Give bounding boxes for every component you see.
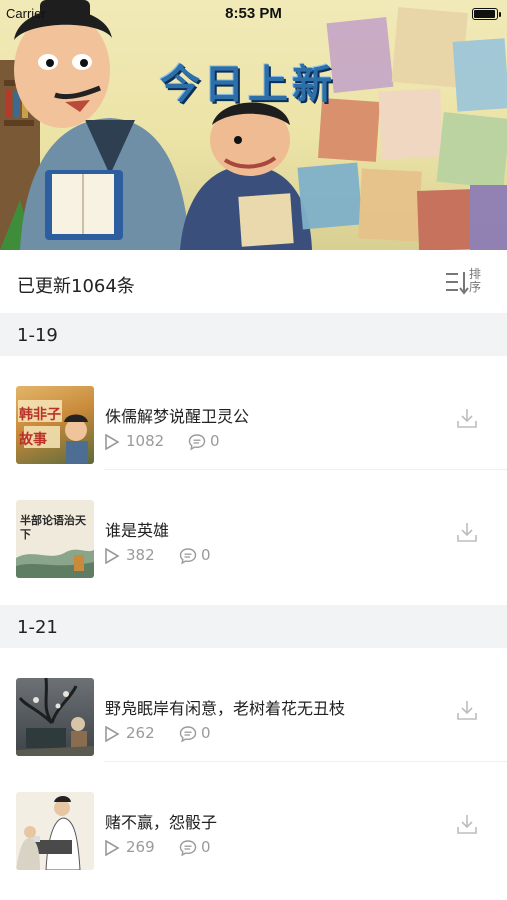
banner-title: 今日上新 [160, 62, 336, 108]
episode-title: 野凫眠岸有闲意，老树着花无丑枝 [105, 699, 346, 718]
comment-icon [179, 548, 197, 565]
episode-thumbnail [16, 792, 94, 870]
download-button[interactable] [455, 520, 479, 544]
play-icon [105, 840, 120, 856]
sort-label: 排序 [469, 267, 482, 294]
comment-count-value: 0 [210, 432, 220, 450]
section-header: 1-19 [0, 313, 507, 358]
play-icon [105, 434, 120, 450]
episode-title: 侏儒解梦说醒卫灵公 [105, 407, 250, 426]
episode-thumbnail: 韩非子故事 [16, 386, 94, 464]
download-button[interactable] [455, 698, 479, 722]
section-title: 1-19 [17, 325, 58, 346]
download-button[interactable] [455, 812, 479, 836]
download-icon [457, 701, 477, 720]
list-item[interactable]: 半部论语治天下 谁是英雄 382 0 [0, 470, 507, 584]
battery-level [474, 10, 495, 18]
section-title: 1-21 [17, 617, 58, 638]
download-icon [457, 523, 477, 542]
updated-count: 已更新1064条 [17, 276, 135, 297]
download-icon [457, 409, 477, 428]
comment-count-value: 0 [201, 724, 211, 742]
comment-icon [179, 840, 197, 857]
thumbnail-art [16, 796, 81, 870]
sort-button[interactable]: 排序 [445, 268, 489, 298]
play-count-value: 269 [126, 838, 155, 856]
download-button[interactable] [455, 406, 479, 430]
comment-count-value: 0 [201, 546, 211, 564]
thumbnail-caption: 韩非子故事 [19, 407, 61, 448]
status-time: 8:53 PM [225, 5, 282, 22]
banner-illustration [0, 0, 507, 250]
thumbnail-caption: 半部论语治天下 [20, 514, 86, 541]
play-count-value: 382 [126, 546, 155, 564]
play-count-value: 262 [126, 724, 155, 742]
comment-count-value: 0 [201, 838, 211, 856]
list-item[interactable]: 野凫眠岸有闲意，老树着花无丑枝 262 0 [0, 648, 507, 762]
status-bar: Carrier 8:53 PM [0, 0, 507, 28]
download-icon [457, 815, 477, 834]
comment-icon [179, 726, 197, 743]
play-count-value: 1082 [126, 432, 165, 450]
episode-thumbnail: 半部论语治天下 [16, 500, 94, 578]
episode-title: 赌不赢，怨骰子 [105, 813, 218, 832]
episode-title: 谁是英雄 [105, 521, 170, 540]
sort-icon [446, 272, 469, 295]
summary-row: 已更新1064条 排序 [0, 250, 507, 313]
thumbnail-art [16, 678, 94, 756]
episode-thumbnail [16, 678, 94, 756]
section-header: 1-21 [0, 605, 507, 650]
play-icon [105, 726, 120, 742]
list-item[interactable]: 赌不赢，怨骰子 269 0 [0, 762, 507, 876]
comment-icon [188, 434, 206, 451]
banner[interactable]: Carrier 8:53 PM 今日上新 [0, 0, 507, 250]
battery-icon [472, 8, 501, 20]
play-icon [105, 548, 120, 564]
list-item[interactable]: 韩非子故事 侏儒解梦说醒卫灵公 1082 0 [0, 356, 507, 470]
